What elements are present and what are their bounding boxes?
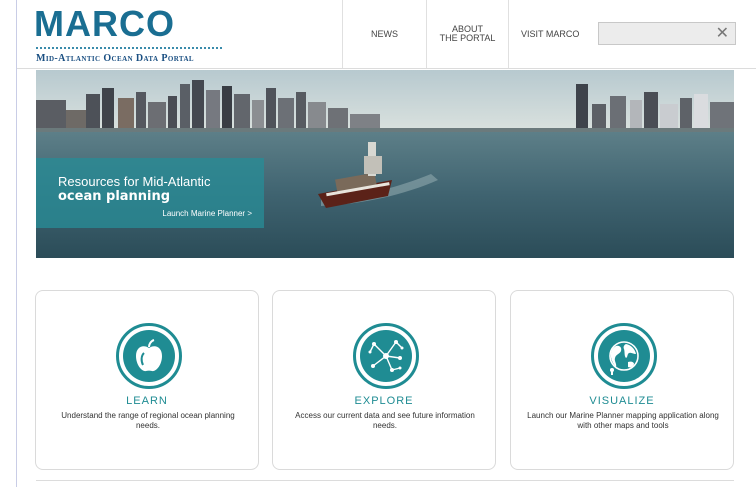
nav-news-label: NEWS <box>371 28 398 39</box>
hero-headline-line2: ocean planning <box>58 189 171 204</box>
learn-icon-ring <box>116 323 182 389</box>
nav-news[interactable]: NEWS <box>342 0 426 68</box>
visualize-icon-ring <box>591 323 657 389</box>
hero-headline-line1: Resources for Mid-Atlantic <box>58 174 211 189</box>
bottom-divider <box>36 480 734 481</box>
learn-card-title: LEARN <box>126 395 168 407</box>
search-input[interactable] <box>599 23 709 44</box>
globe-icon <box>609 341 639 375</box>
logo-dotted-rule <box>36 47 222 49</box>
header-divider <box>17 68 756 69</box>
explore-card-title: EXPLORE <box>354 395 414 407</box>
logo-tagline: Mid-Atlantic Ocean Data Portal <box>36 53 194 64</box>
visualize-card-description: Launch our Marine Planner mapping applic… <box>527 411 719 430</box>
nav-visit-label: VISIT MARCO <box>521 28 580 39</box>
nav-about[interactable]: ABOUT THE PORTAL <box>426 0 508 68</box>
apple-icon <box>136 339 162 372</box>
hero-banner: Resources for Mid-Atlantic ocean plannin… <box>36 70 734 258</box>
network-icon <box>368 340 404 372</box>
explore-card[interactable]: EXPLORE Access our current data and see … <box>272 290 496 470</box>
visualize-card[interactable]: VISUALIZE Launch our Marine Planner mapp… <box>510 290 734 470</box>
nav-visit-marco[interactable]: VISIT MARCO <box>508 0 590 68</box>
nav-about-label-line2: THE PORTAL <box>439 33 496 43</box>
explore-icon-ring <box>353 323 419 389</box>
search-box: ✕ <box>598 22 736 45</box>
explore-card-description: Access our current data and see future i… <box>295 411 475 430</box>
visualize-card-title: VISUALIZE <box>589 395 655 407</box>
learn-card-description: Understand the range of regional ocean p… <box>61 411 235 430</box>
launch-marine-planner-link[interactable]: Launch Marine Planner > <box>162 209 252 218</box>
hero-callout: Resources for Mid-Atlantic ocean plannin… <box>36 158 264 228</box>
close-icon[interactable]: ✕ <box>716 25 729 42</box>
logo-wordmark: MARCO <box>34 3 175 44</box>
learn-card[interactable]: LEARN Understand the range of regional o… <box>35 290 259 470</box>
marco-logo[interactable]: MARCO Mid-Atlantic Ocean Data Portal <box>34 6 234 64</box>
